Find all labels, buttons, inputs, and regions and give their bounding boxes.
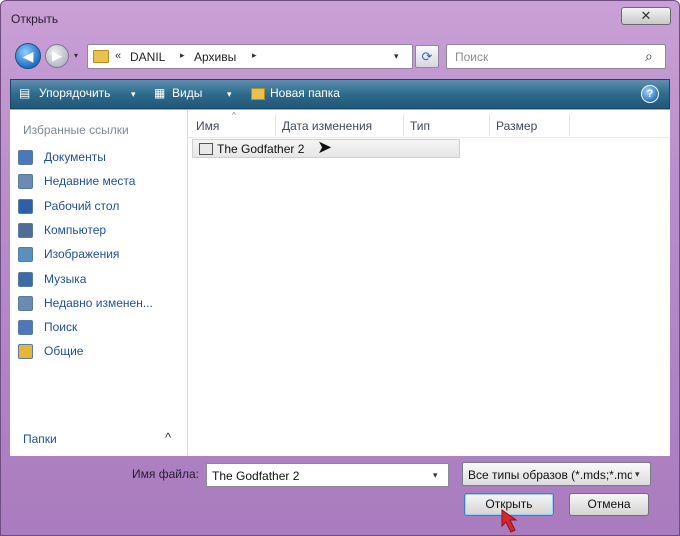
address-bar[interactable]: « DANIL ▸ Архивы ▸ ▾ xyxy=(87,44,413,69)
file-list: ^ Имя Дата изменения Тип Размер The Godf… xyxy=(188,110,670,456)
public-folder-icon xyxy=(18,344,33,360)
computer-icon xyxy=(18,222,33,238)
sidebar-item-label: Компьютер xyxy=(44,222,107,237)
annotation-arrow-icon xyxy=(501,509,518,533)
back-button[interactable]: ◀ xyxy=(15,43,41,69)
address-overflow-chevron[interactable]: « xyxy=(115,50,121,62)
organize-button[interactable]: Упорядочить xyxy=(39,86,110,100)
sidebar-item-1[interactable]: Недавние места xyxy=(18,172,186,192)
sidebar-item-label: Рабочий стол xyxy=(44,198,120,213)
refresh-icon: ⟳ xyxy=(421,49,433,64)
views-dropdown-icon[interactable]: ▾ xyxy=(227,89,232,100)
sidebar-item-7[interactable]: Поиск xyxy=(18,318,186,338)
help-icon: ? xyxy=(646,88,654,100)
title-bar[interactable]: Открыть ✕ xyxy=(1,1,680,37)
refresh-button[interactable]: ⟳ xyxy=(415,45,439,68)
command-toolbar: ▤ Упорядочить ▾ ▦ Виды ▾ Новая папка ? xyxy=(10,79,670,109)
chevron-down-icon[interactable]: ▾ xyxy=(635,469,640,480)
sort-indicator-icon: ^ xyxy=(232,111,236,120)
sidebar-item-3[interactable]: Компьютер xyxy=(18,221,186,241)
column-date-label: Дата изменения xyxy=(282,119,373,133)
sidebar-item-2[interactable]: Рабочий стол xyxy=(18,197,186,217)
file-type-select[interactable]: Все типы образов (*.mds;*.md ▾ xyxy=(462,462,651,486)
sidebar-item-8[interactable]: Общие xyxy=(18,342,186,362)
music-icon xyxy=(18,271,33,287)
views-button[interactable]: Виды xyxy=(172,86,202,100)
search-placeholder: Поиск xyxy=(455,50,489,64)
back-arrow-icon: ◀ xyxy=(22,48,34,64)
column-header-name[interactable]: ^ Имя xyxy=(190,111,276,136)
filename-dropdown-icon[interactable]: ▾ xyxy=(433,470,438,481)
breadcrumb-separator-icon[interactable]: ▸ xyxy=(180,50,185,61)
filename-value: The Godfather 2 xyxy=(212,469,300,483)
address-dropdown-icon[interactable]: ▾ xyxy=(394,51,399,62)
organize-dropdown-icon[interactable]: ▾ xyxy=(131,89,136,100)
documents-icon xyxy=(18,150,33,165)
sidebar-item-label: Документы xyxy=(44,150,106,164)
sidebar-item-5[interactable]: Музыка xyxy=(18,270,186,290)
close-icon: ✕ xyxy=(640,8,652,23)
folders-label: Папки xyxy=(23,432,57,446)
close-button[interactable]: ✕ xyxy=(621,7,671,25)
views-icon: ▦ xyxy=(154,86,166,100)
breadcrumb-danil[interactable]: DANIL xyxy=(130,50,165,64)
recent-locations-dropdown[interactable]: ▾ xyxy=(74,51,84,61)
mouse-cursor-icon: ➤ xyxy=(317,137,333,157)
column-header-size[interactable]: Размер xyxy=(490,114,570,136)
navigation-pane: Избранные ссылки Документы Недавние места… xyxy=(10,110,188,456)
help-button[interactable]: ? xyxy=(641,85,659,103)
column-name-label: Имя xyxy=(196,119,220,133)
search-icon[interactable]: ⌕ xyxy=(645,48,653,65)
breadcrumb-separator-icon[interactable]: ▸ xyxy=(252,50,257,61)
recent-places-icon xyxy=(18,174,33,190)
search-folder-icon xyxy=(18,320,33,336)
column-size-label: Размер xyxy=(496,119,538,133)
recently-changed-icon xyxy=(18,295,33,311)
forward-arrow-icon: ▶ xyxy=(52,48,62,63)
open-file-dialog: Открыть ✕ ◀ ▶ ▾ « DANIL ▸ Архивы ▸ ▾ ⟳ П… xyxy=(0,0,680,536)
sidebar-item-4[interactable]: Изображения xyxy=(18,245,186,265)
sidebar-item-6[interactable]: Недавно изменен... xyxy=(18,294,186,314)
column-type-label: Тип xyxy=(410,119,431,133)
column-header-date[interactable]: Дата изменения xyxy=(276,114,404,136)
sidebar-item-label: Недавно изменен... xyxy=(44,295,153,310)
filename-label: Имя файла: xyxy=(132,467,199,481)
new-folder-icon xyxy=(251,88,265,100)
disc-image-file-icon xyxy=(199,143,213,155)
chevron-up-icon[interactable]: ^ xyxy=(165,430,171,445)
cancel-button[interactable]: Отмена xyxy=(569,493,649,516)
organize-icon: ▤ xyxy=(19,86,31,100)
sidebar-item-0[interactable]: Документы xyxy=(18,148,186,168)
sidebar-item-label: Музыка xyxy=(44,271,87,286)
sidebar-item-label: Поиск xyxy=(44,320,78,335)
header-divider xyxy=(188,137,670,138)
sidebar-item-label: Изображения xyxy=(44,247,120,262)
column-header-type[interactable]: Тип xyxy=(404,114,490,136)
desktop-icon xyxy=(18,198,33,214)
forward-button[interactable]: ▶ xyxy=(45,44,69,68)
folders-toggle[interactable]: Папки ^ xyxy=(10,428,188,452)
new-folder-button[interactable]: Новая папка xyxy=(270,86,340,100)
breadcrumb-archives[interactable]: Архивы xyxy=(194,50,236,64)
pictures-icon xyxy=(18,247,33,263)
window-title: Открыть xyxy=(11,12,59,26)
folder-icon xyxy=(93,50,109,63)
search-input[interactable]: Поиск ⌕ xyxy=(446,44,666,69)
sidebar-item-label: Недавние места xyxy=(44,174,136,189)
file-type-value: Все типы образов (*.mds;*.md xyxy=(468,468,632,482)
filename-field[interactable]: The Godfather 2 ▾ xyxy=(206,463,449,487)
sidebar-item-label: Общие xyxy=(44,344,84,359)
favorite-links-heading: Избранные ссылки xyxy=(23,123,129,137)
file-name: The Godfather 2 xyxy=(217,142,305,156)
